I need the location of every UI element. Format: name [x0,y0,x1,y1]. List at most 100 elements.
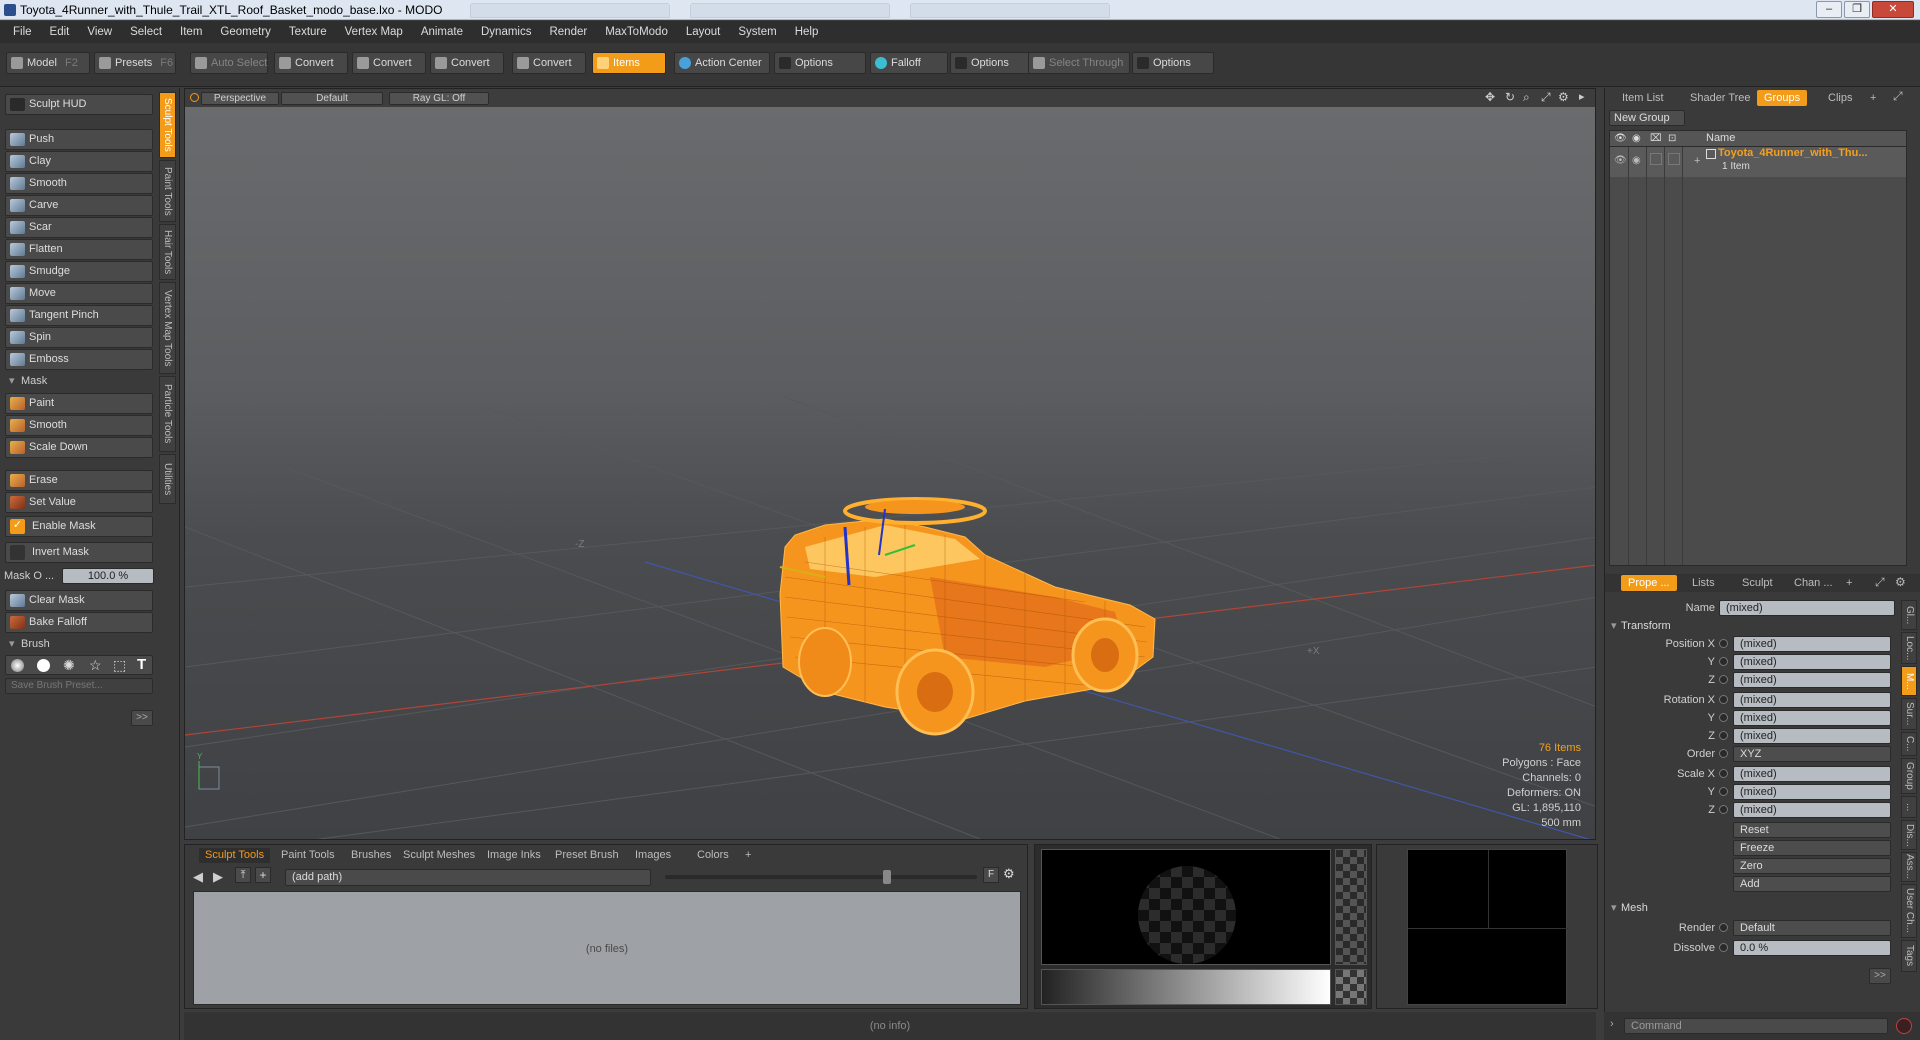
add-properties-tab[interactable]: + [1839,575,1859,591]
tab-properties[interactable]: Prope ... [1621,575,1677,591]
tab-more[interactable]: ... [1901,796,1917,818]
new-group-button[interactable]: New Group [1609,110,1685,126]
menu-geometry[interactable]: Geometry [211,26,280,38]
tab-lists[interactable]: Lists [1685,575,1722,591]
tool-carve[interactable]: Carve [5,195,153,216]
panel-maximize-icon[interactable]: ⤢ [1893,89,1903,104]
presets-button[interactable]: Presets F6 [94,52,176,74]
save-brush-preset-field[interactable]: Save Brush Preset... [5,678,153,694]
viewport-more-icon[interactable]: ▸ [1579,90,1585,103]
convert-vertices-button[interactable]: Convert [274,52,348,74]
menu-render[interactable]: Render [540,26,596,38]
scale-z-field[interactable]: (mixed) [1733,802,1891,818]
mask-scale-down[interactable]: Scale Down [5,437,153,458]
order-key-icon[interactable] [1719,749,1728,758]
tool-smooth[interactable]: Smooth [5,173,153,194]
shading-dropdown[interactable]: Default [281,92,383,105]
viewport-zoom-icon[interactable]: ⌕ [1523,90,1530,105]
expand-palette-button[interactable]: >> [131,710,153,726]
3d-viewport[interactable]: Perspective Default Ray GL: Off ✥ ↻ ⌕ ⤢ … [184,88,1596,840]
viewport-settings-icon[interactable]: ⚙ [1558,90,1569,104]
select-through-options-button[interactable]: Options [1132,52,1214,74]
viewport-pan-icon[interactable]: ✥ [1485,90,1495,104]
command-stop-icon[interactable] [1896,1018,1912,1034]
position-y-field[interactable]: (mixed) [1733,654,1891,670]
convert-edges-button[interactable]: Convert [352,52,426,74]
soft-brush-icon[interactable] [11,659,24,672]
group-row[interactable]: 👁 ◉ + Toyota_4Runner_with_Thu... 1 Item [1610,147,1906,177]
parent-folder-icon[interactable]: ⤒ [235,867,251,883]
tab-utilities[interactable]: Utilities [159,454,176,504]
select-toggle-icon[interactable] [1668,153,1680,165]
tab-user-channels[interactable]: User Ch... [1901,884,1917,938]
rotation-y-field[interactable]: (mixed) [1733,710,1891,726]
group-name[interactable]: Toyota_4Runner_with_Thu... [1718,147,1868,159]
add-tab-button[interactable]: + [739,848,757,863]
tool-push[interactable]: Push [5,129,153,150]
raygl-toggle[interactable]: Ray GL: Off [389,92,489,105]
tab-channels[interactable]: Chan ... [1787,575,1840,591]
tab-preset-brush[interactable]: Preset Brush [549,848,625,863]
mask-section-header[interactable]: Mask [5,373,153,389]
star-brush-icon[interactable]: ☆ [89,657,102,674]
tab-vertex-map-tools[interactable]: Vertex Map Tools [159,282,176,374]
mask-paint[interactable]: Paint [5,393,153,414]
tab-shader-tree[interactable]: Shader Tree [1683,90,1758,106]
scale-x-key-icon[interactable] [1719,769,1728,778]
tool-spin[interactable]: Spin [5,327,153,348]
view-type-dropdown[interactable]: Perspective [201,92,279,105]
name-field[interactable]: (mixed) [1719,600,1895,616]
tool-tangent-pinch[interactable]: Tangent Pinch [5,305,153,326]
tab-sculpt-tools[interactable]: Sculpt Tools [159,92,176,158]
menu-file[interactable]: File [4,26,41,38]
rotation-x-key-icon[interactable] [1719,695,1728,704]
thumbnail-size-slider[interactable] [665,870,977,884]
tool-emboss[interactable]: Emboss [5,349,153,370]
add-dropdown[interactable]: Add [1733,876,1891,892]
clear-mask-button[interactable]: Clear Mask [5,590,153,611]
menu-texture[interactable]: Texture [280,26,336,38]
procedural-brush-icon[interactable]: ⬚ [113,657,126,674]
menu-animate[interactable]: Animate [412,26,472,38]
properties-expand-button[interactable]: >> [1869,968,1891,984]
tab-particle-tools[interactable]: Particle Tools [159,376,176,452]
tab-mesh[interactable]: M... [1901,666,1917,696]
sculpt-hud-button[interactable]: Sculpt HUD [5,94,153,115]
tab-sculpt-props[interactable]: Sculpt [1735,575,1780,591]
maximize-button[interactable]: ❐ [1844,1,1870,18]
menu-edit[interactable]: Edit [41,26,79,38]
back-arrow-icon[interactable]: ◀ [193,869,203,885]
auto-select-button[interactable]: Auto Select [190,52,268,74]
properties-maximize-icon[interactable]: ⤢ [1875,575,1885,590]
tab-paint-tools[interactable]: Paint Tools [159,160,176,222]
viewport-rotate-icon[interactable]: ↻ [1505,90,1515,104]
scale-z-key-icon[interactable] [1719,805,1728,814]
enable-mask-checkbox[interactable]: ✓ Enable Mask [5,516,153,537]
menu-select[interactable]: Select [121,26,171,38]
bake-falloff-button[interactable]: Bake Falloff [5,612,153,633]
action-center-button[interactable]: Action Center [674,52,770,74]
browser-settings-icon[interactable]: ⚙ [1003,866,1015,882]
position-z-key-icon[interactable] [1719,675,1728,684]
brush-section-header[interactable]: Brush [5,636,153,652]
position-z-field[interactable]: (mixed) [1733,672,1891,688]
add-path-icon[interactable]: + [255,867,271,883]
rotation-y-key-icon[interactable] [1719,713,1728,722]
viewport-menu-icon[interactable] [190,93,199,102]
tab-images[interactable]: Images [629,848,677,863]
freeze-dropdown[interactable]: Freeze [1733,840,1891,856]
path-dropdown[interactable]: (add path) [285,869,651,886]
falloff-button[interactable]: Falloff [870,52,948,74]
slider-handle[interactable] [883,870,891,884]
command-input[interactable]: Command [1624,1018,1888,1034]
tab-paint-tools-browser[interactable]: Paint Tools [275,848,341,863]
tab-surface[interactable]: Sur... [1901,698,1917,730]
forward-arrow-icon[interactable]: ▶ [213,869,223,885]
position-x-field[interactable]: (mixed) [1733,636,1891,652]
convert-polygons-button[interactable]: Convert [430,52,504,74]
tab-clips[interactable]: Clips [1821,90,1859,106]
menu-dynamics[interactable]: Dynamics [472,26,540,38]
menu-help[interactable]: Help [786,26,828,38]
rotation-z-field[interactable]: (mixed) [1733,728,1891,744]
menu-maxtomodo[interactable]: MaxToModo [596,26,677,38]
